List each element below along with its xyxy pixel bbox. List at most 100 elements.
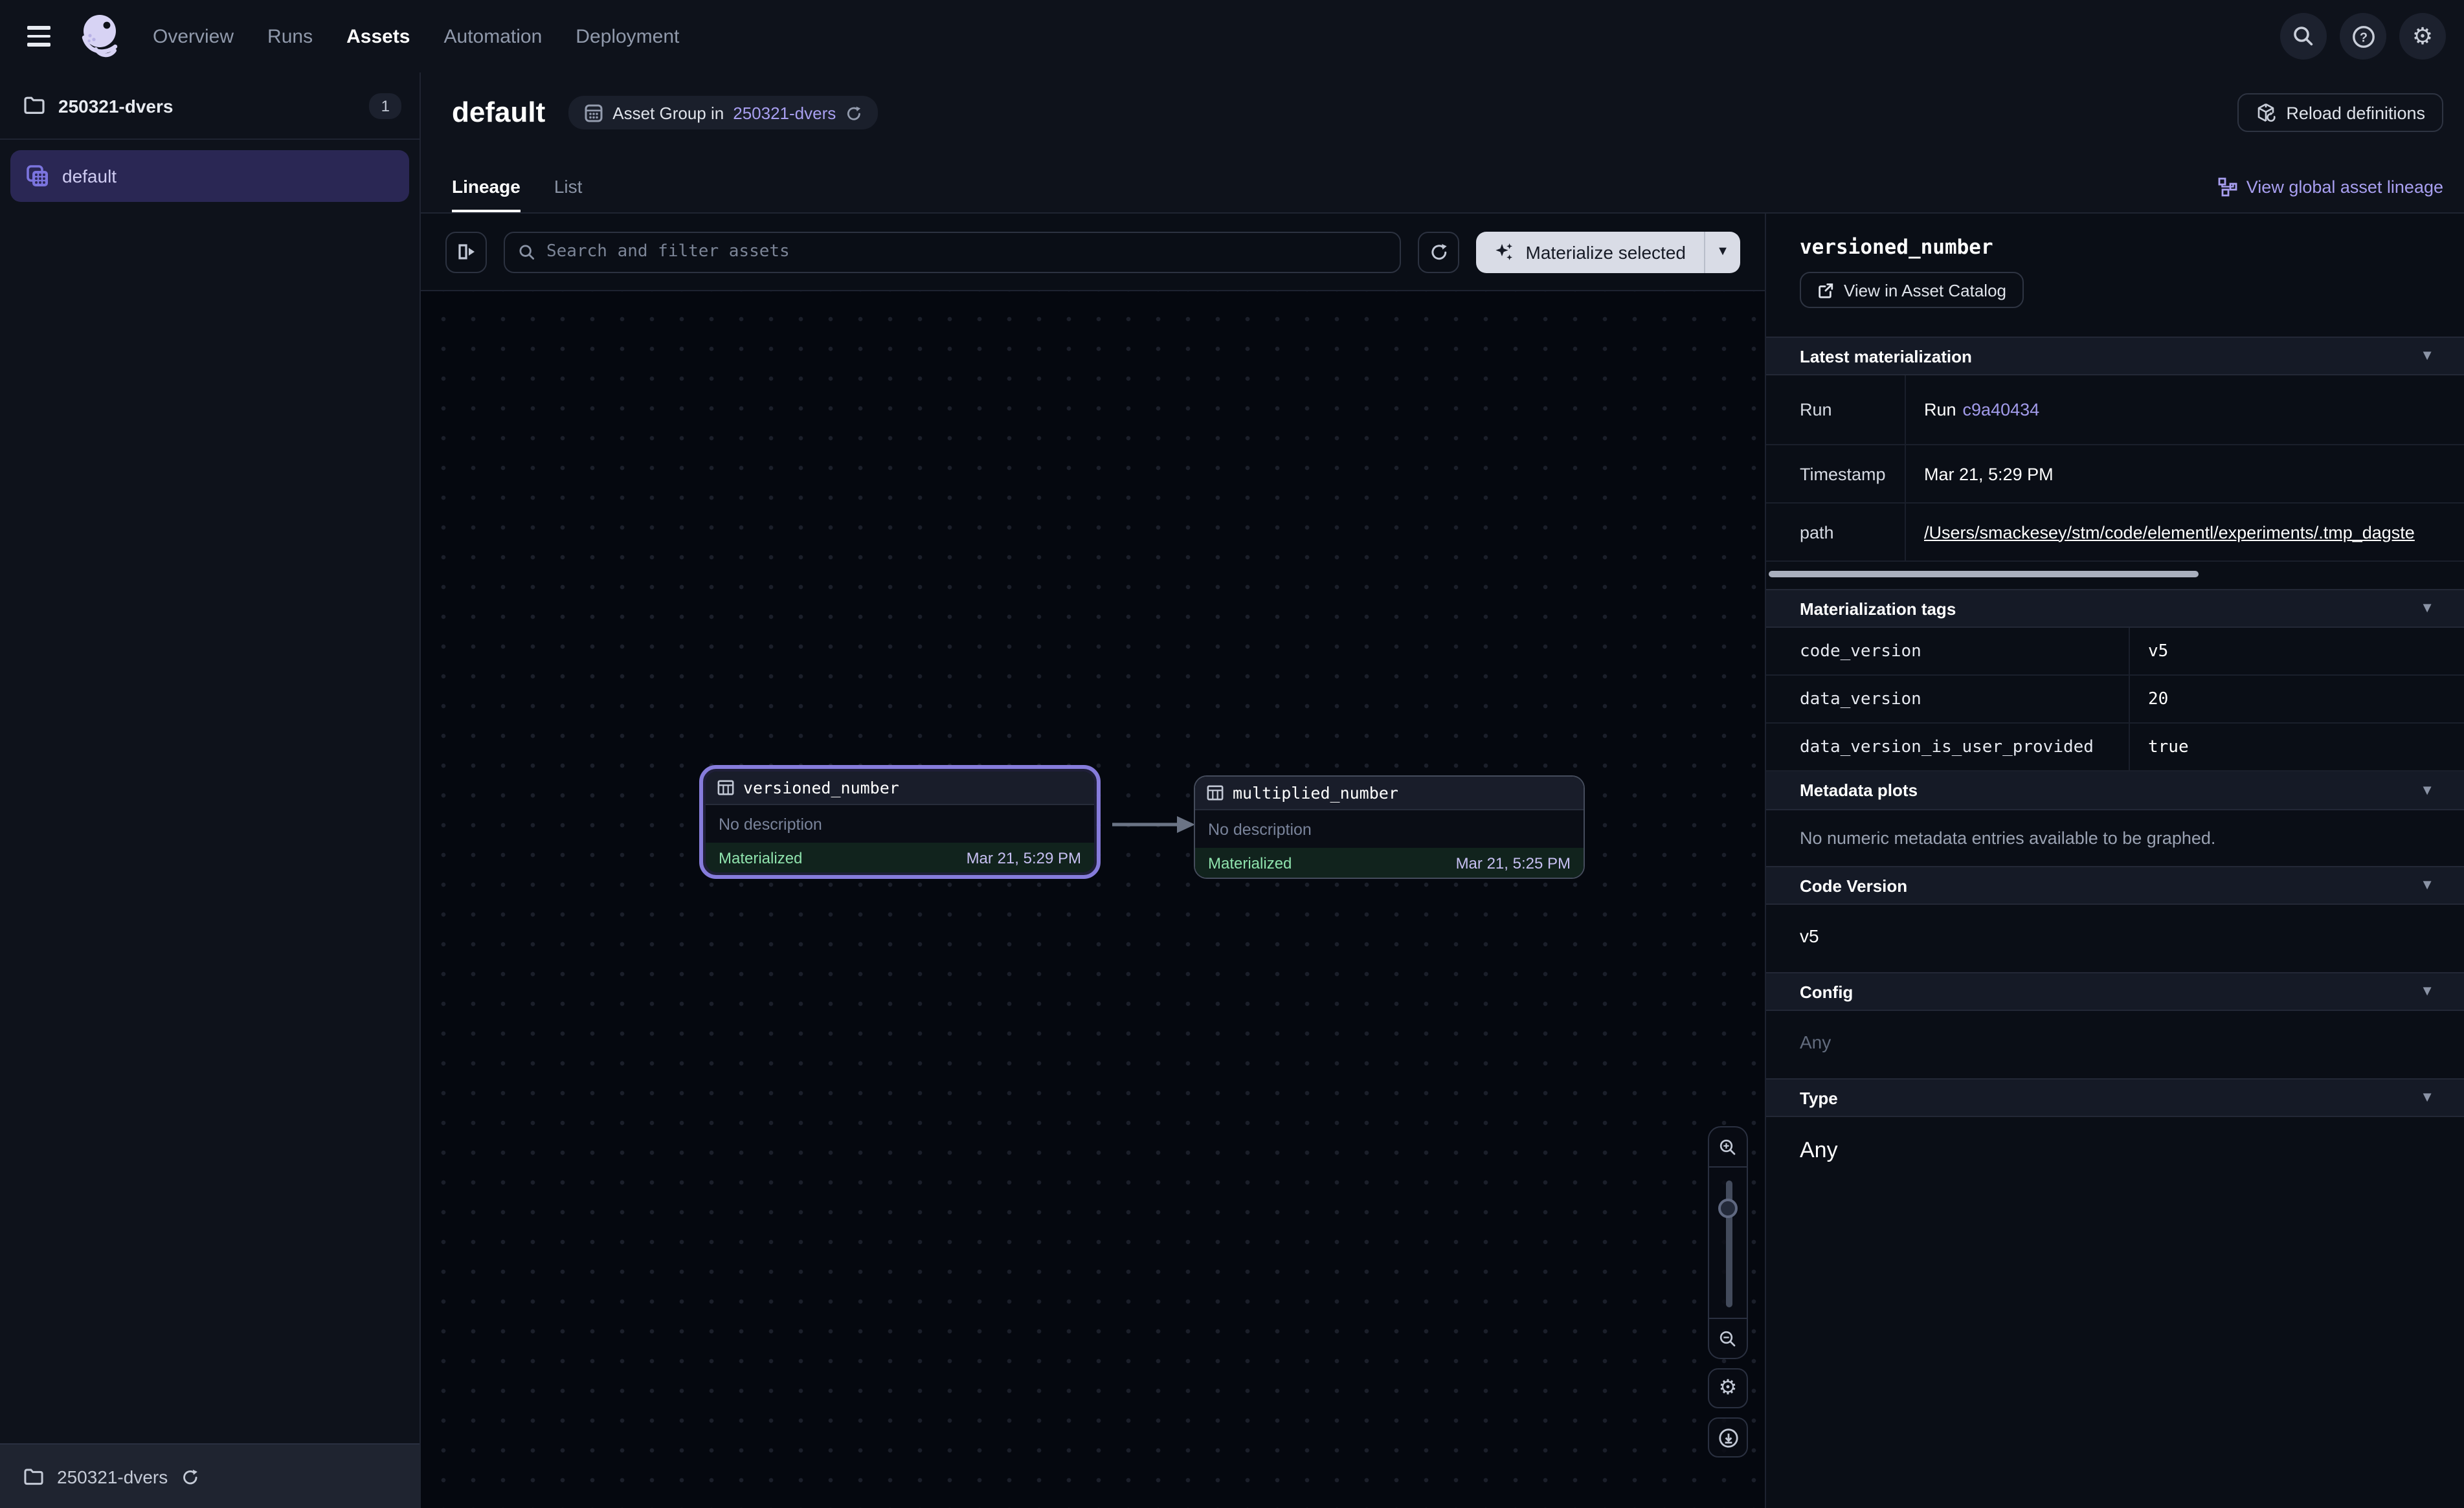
zoom-slider-thumb[interactable] <box>1718 1199 1738 1218</box>
node-status-badge: Materialized <box>1208 854 1292 872</box>
table-row: Timestamp Mar 21, 5:29 PM <box>1766 445 2464 504</box>
sidebar-footer: 250321-dvers <box>0 1443 420 1508</box>
section-caret-icon[interactable]: ▼ <box>2420 878 2434 893</box>
tab-list[interactable]: List <box>554 176 583 212</box>
section-title: Materialization tags <box>1800 599 1956 618</box>
gear-icon: ⚙ <box>1719 1378 1738 1399</box>
external-link-icon <box>1817 282 1833 298</box>
download-image-button[interactable] <box>1708 1417 1748 1458</box>
materialize-selected-button[interactable]: Materialize selected ▼ <box>1477 231 1740 272</box>
hamburger-menu-icon[interactable] <box>23 17 62 56</box>
run-value-prefix: Run <box>1924 400 1956 419</box>
section-caret-icon[interactable]: ▼ <box>2420 782 2434 798</box>
sidebar-group-row[interactable]: 250321-dvers 1 <box>0 72 420 140</box>
timestamp-value: Mar 21, 5:29 PM <box>1924 464 2054 483</box>
asset-detail-title: versioned_number <box>1800 236 2464 259</box>
dagster-app: Overview Runs Assets Automation Deployme… <box>0 0 2464 1508</box>
lineage-graph-icon <box>2218 177 2237 197</box>
section-caret-icon[interactable]: ▼ <box>2420 601 2434 616</box>
section-latest-materialization[interactable]: Latest materialization ▼ <box>1766 337 2464 375</box>
reload-definitions-icon <box>2255 102 2276 123</box>
search-button[interactable] <box>2280 13 2327 60</box>
lineage-edge-arrow <box>1110 813 1198 836</box>
path-link[interactable]: /Users/smackesey/stm/code/elementl/exper… <box>1924 522 2415 542</box>
zoom-in-button[interactable] <box>1709 1127 1747 1166</box>
top-nav: Overview Runs Assets Automation Deployme… <box>0 0 2464 72</box>
nav-item-automation[interactable]: Automation <box>444 25 543 47</box>
search-icon <box>518 243 536 261</box>
asset-group-icon <box>584 103 603 122</box>
panel-toggle-button[interactable] <box>445 231 487 272</box>
materialization-tags-table: code_version v5 data_version 20 data_ver… <box>1766 628 2464 771</box>
help-button[interactable]: ? <box>2340 13 2386 60</box>
table-row: Run Run c9a40434 <box>1766 375 2464 445</box>
refresh-icon[interactable] <box>845 104 862 121</box>
refresh-icon[interactable] <box>181 1467 199 1485</box>
nav-item-runs[interactable]: Runs <box>267 25 313 47</box>
code-version-value: v5 <box>1766 905 2464 972</box>
graph-settings-button[interactable]: ⚙ <box>1708 1368 1748 1408</box>
asset-detail-panel: versioned_number View in Asset Catalog L… <box>1765 214 2464 1508</box>
view-in-asset-catalog-button[interactable]: View in Asset Catalog <box>1800 272 2023 308</box>
zoom-slider[interactable] <box>1709 1166 1747 1319</box>
sidebar-item-default[interactable]: default <box>10 150 409 202</box>
section-title: Code Version <box>1800 876 1907 895</box>
sidebar: 250321-dvers 1 default <box>0 72 421 1508</box>
section-type[interactable]: Type ▼ <box>1766 1078 2464 1117</box>
table-icon <box>1207 784 1224 801</box>
asset-node-multiplied-number[interactable]: multiplied_number No description Materia… <box>1195 777 1584 878</box>
table-row: data_version_is_user_provided true <box>1766 724 2464 771</box>
badge-group-link[interactable]: 250321-dvers <box>733 103 836 122</box>
section-caret-icon[interactable]: ▼ <box>2420 984 2434 999</box>
reload-definitions-label: Reload definitions <box>2286 103 2425 122</box>
code-location-name: 250321-dvers <box>57 1466 168 1487</box>
nav-item-deployment[interactable]: Deployment <box>576 25 679 47</box>
view-in-asset-catalog-label: View in Asset Catalog <box>1844 280 2006 300</box>
section-title: Config <box>1800 982 1853 1001</box>
asset-node-versioned-number[interactable]: versioned_number No description Material… <box>706 771 1094 872</box>
materialize-sparkle-icon <box>1495 241 1516 262</box>
section-materialization-tags[interactable]: Materialization tags ▼ <box>1766 589 2464 628</box>
horizontal-scrollbar-thumb[interactable] <box>1769 571 2199 577</box>
section-config[interactable]: Config ▼ <box>1766 972 2464 1011</box>
view-global-asset-lineage-link[interactable]: View global asset lineage <box>2218 177 2443 212</box>
download-icon <box>1718 1427 1738 1448</box>
sidebar-item-label: default <box>62 166 117 186</box>
zoom-in-icon <box>1718 1137 1738 1157</box>
section-metadata-plots[interactable]: Metadata plots ▼ <box>1766 771 2464 810</box>
nav-item-assets[interactable]: Assets <box>346 25 410 47</box>
refresh-icon <box>1429 242 1449 261</box>
run-id-link[interactable]: c9a40434 <box>1963 400 2040 419</box>
table-row: code_version v5 <box>1766 628 2464 676</box>
main-nav: Overview Runs Assets Automation Deployme… <box>153 25 679 47</box>
lineage-canvas[interactable]: versioned_number No description Material… <box>421 291 1765 1508</box>
row-label: Run <box>1766 375 1905 444</box>
zoom-out-icon <box>1718 1329 1738 1348</box>
tag-key: code_version <box>1766 628 2129 674</box>
section-code-version[interactable]: Code Version ▼ <box>1766 866 2464 905</box>
sidebar-group-name: 250321-dvers <box>58 95 174 116</box>
reload-definitions-button[interactable]: Reload definitions <box>2237 93 2443 132</box>
materialize-selected-label: Materialize selected <box>1526 241 1686 262</box>
zoom-out-button[interactable] <box>1709 1319 1747 1358</box>
help-icon: ? <box>2351 24 2375 49</box>
node-title: versioned_number <box>743 778 899 797</box>
nav-item-overview[interactable]: Overview <box>153 25 234 47</box>
node-description: No description <box>706 805 1094 843</box>
section-caret-icon[interactable]: ▼ <box>2420 348 2434 364</box>
dagster-logo[interactable] <box>75 10 127 62</box>
row-label: path <box>1766 504 1905 560</box>
badge-text: Asset Group in <box>612 103 724 122</box>
section-caret-icon[interactable]: ▼ <box>2420 1090 2434 1105</box>
type-value: Any <box>1766 1117 2464 1190</box>
table-icon <box>717 779 734 796</box>
view-global-asset-lineage-label: View global asset lineage <box>2246 177 2443 197</box>
tag-key: data_version <box>1766 676 2129 722</box>
settings-button[interactable]: ⚙ <box>2399 13 2446 60</box>
search-input[interactable] <box>546 242 1387 261</box>
section-title: Type <box>1800 1088 1838 1107</box>
refresh-graph-button[interactable] <box>1418 231 1460 272</box>
folder-icon <box>23 96 45 115</box>
tab-lineage[interactable]: Lineage <box>452 176 521 212</box>
materialize-dropdown-caret[interactable]: ▼ <box>1704 231 1740 272</box>
